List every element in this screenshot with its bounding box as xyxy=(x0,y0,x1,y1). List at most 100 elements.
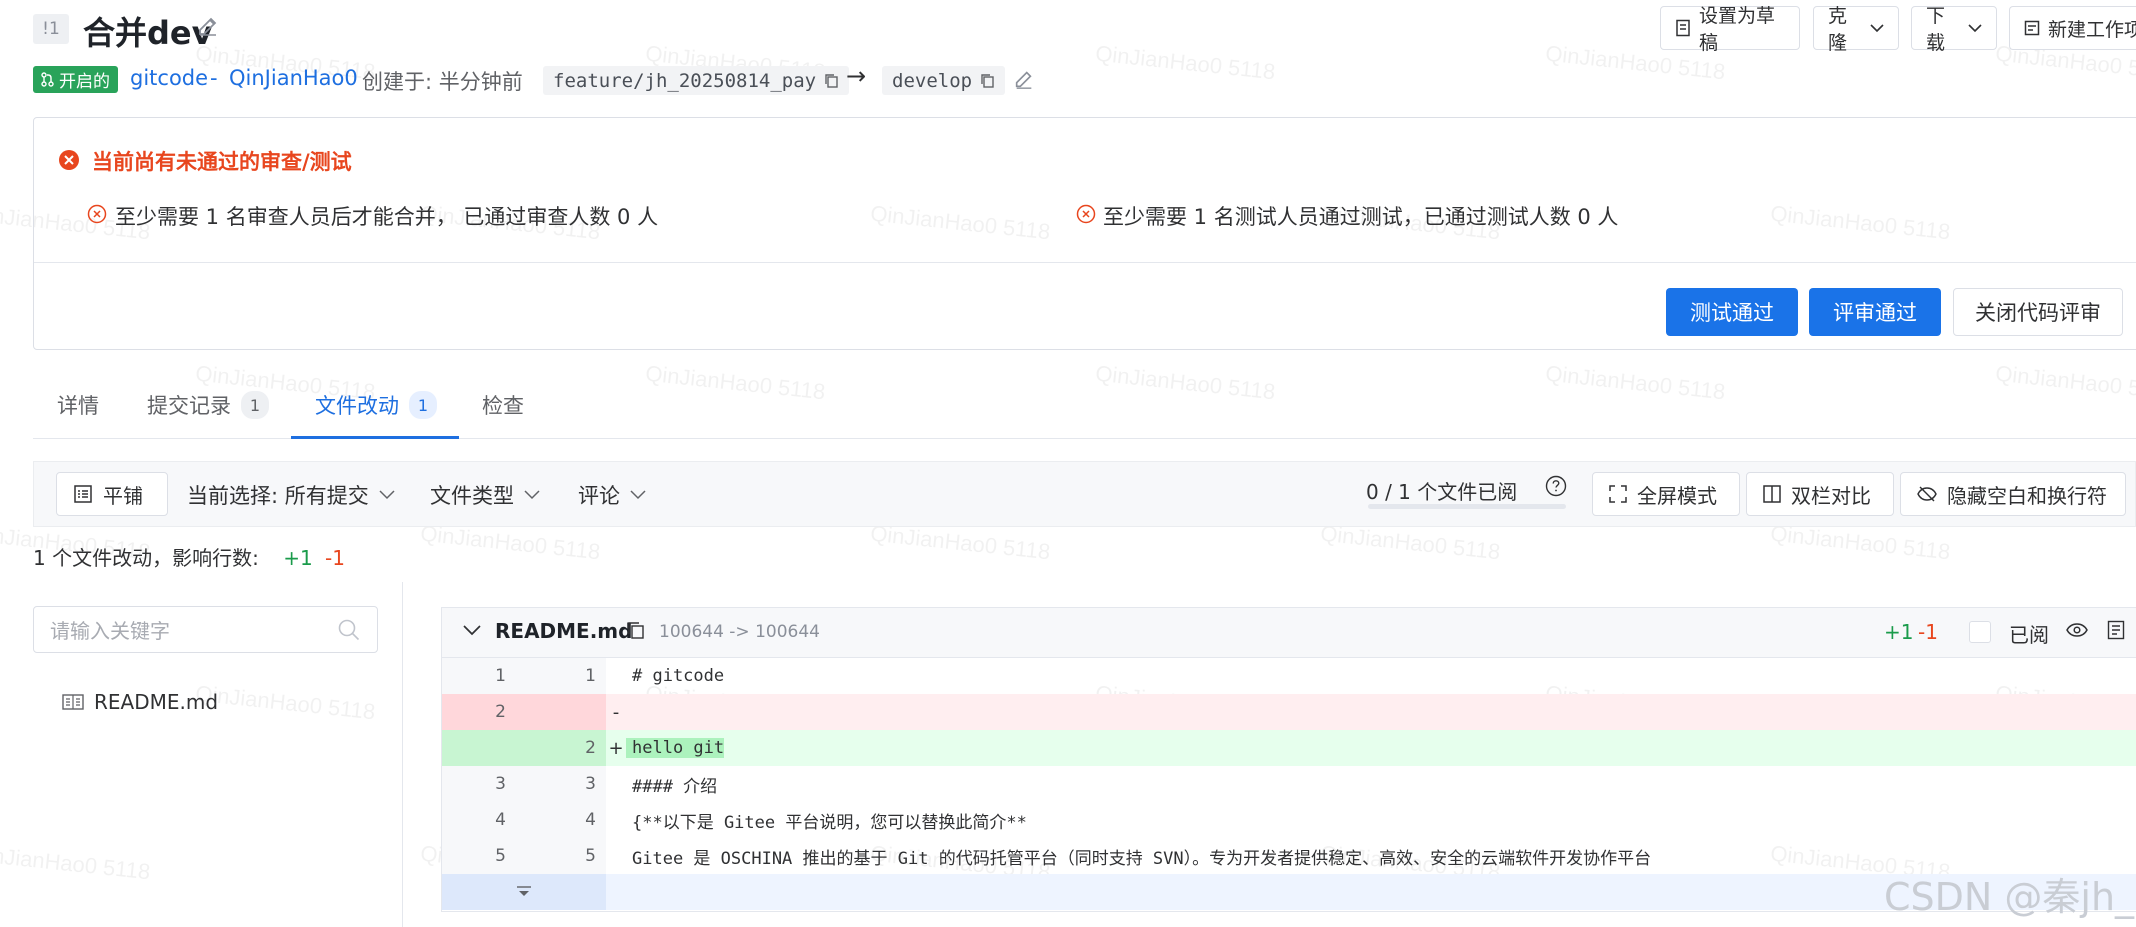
sidebar-file-item[interactable]: README.md xyxy=(62,690,218,714)
tab-label: 提交记录 xyxy=(147,394,231,418)
new-line-number: 5 xyxy=(585,846,596,866)
fullscreen-label: 全屏模式 xyxy=(1637,483,1717,508)
reviewer-requirement: 至少需要 1 名审查人员后才能合并， 已通过审查人数 0 人 xyxy=(115,205,659,229)
test-pass-button[interactable]: 测试通过 xyxy=(1666,288,1798,336)
hide-whitespace-label: 隐藏空白和换行符 xyxy=(1947,483,2107,508)
old-line-number: 4 xyxy=(495,810,506,830)
new-work-item-button[interactable]: 新建工作项 xyxy=(2009,6,2136,50)
chevron-down-icon xyxy=(379,490,395,500)
watermark-text: QinJianHao0 5118 xyxy=(1769,520,1952,565)
page-title: 合并dev xyxy=(83,14,213,52)
search-icon xyxy=(337,618,361,642)
file-change-count-badge: 1 xyxy=(409,391,437,419)
watermark-text: QinJianHao0 5118 xyxy=(1544,360,1727,405)
viewed-progress-text: 0 / 1 个文件已阅 xyxy=(1366,480,1518,504)
selection-label: 当前选择: 所有提交 xyxy=(187,484,369,508)
file-mode: 100644 -> 100644 xyxy=(659,622,820,642)
commit-selection-dropdown[interactable]: 当前选择: 所有提交 xyxy=(187,480,395,510)
edit-branch-icon[interactable] xyxy=(1013,68,1035,90)
file-search-input[interactable]: 请输入关键字 xyxy=(33,606,378,653)
clone-label: 克隆 xyxy=(1828,5,1848,54)
diff-sign: - xyxy=(612,701,620,723)
sidebar-divider xyxy=(402,582,403,927)
copy-icon[interactable] xyxy=(627,621,645,640)
panel-divider xyxy=(34,262,2136,263)
expand-down-icon[interactable] xyxy=(516,886,532,898)
line-number-gutter: 55 xyxy=(442,838,606,874)
diff-line[interactable]: 1 1 # gitcode xyxy=(442,658,2136,694)
draft-icon xyxy=(1675,19,1691,37)
code-text: #### 介绍 xyxy=(632,776,718,797)
merge-request-id: !1 xyxy=(33,14,69,44)
set-draft-label: 设置为草稿 xyxy=(1699,5,1776,54)
commit-count-badge: 1 xyxy=(241,391,269,419)
file-type-label: 文件类型 xyxy=(430,484,514,508)
tab-label: 详情 xyxy=(57,394,99,418)
summary-additions: +1 xyxy=(283,546,313,570)
diff-line[interactable]: 2- xyxy=(442,694,2136,730)
new-line-number: 2 xyxy=(585,738,596,758)
source-branch[interactable]: feature/jh_20250814_pay xyxy=(543,66,850,95)
diff-line[interactable]: 5 5 Gitee 是 OSCHINA 推出的基于 Git 的代码托管平台（同时支持… xyxy=(442,838,2136,874)
line-number-gutter: 44 xyxy=(442,802,606,838)
set-draft-button[interactable]: 设置为草稿 xyxy=(1660,5,1800,54)
hide-whitespace-button[interactable]: 隐藏空白和换行符 xyxy=(1900,472,2126,516)
diff-file-name: README.md xyxy=(495,619,633,643)
help-icon[interactable] xyxy=(1545,475,1567,497)
eye-off-icon xyxy=(1917,485,1937,503)
repo-link[interactable]: gitcode xyxy=(130,66,208,90)
active-tab-indicator xyxy=(291,436,459,439)
clone-button[interactable]: 克隆 xyxy=(1813,5,1899,54)
summary-deletions: -1 xyxy=(325,546,345,570)
expand-gutter xyxy=(442,874,606,910)
viewed-checkbox[interactable] xyxy=(1969,621,1991,643)
csdn-watermark: CSDN @秦jh_ xyxy=(1884,875,2135,919)
copy-icon[interactable] xyxy=(980,73,995,89)
circle-x-icon xyxy=(1076,204,1096,224)
layout-button[interactable]: 平铺 xyxy=(56,472,168,516)
review-warning-title: 当前尚有未通过的审查/测试 xyxy=(92,150,352,174)
line-number-gutter: 11 xyxy=(442,658,606,694)
tester-requirement: 至少需要 1 名测试人员通过测试，已通过测试人数 0 人 xyxy=(1103,205,1619,229)
target-branch[interactable]: develop xyxy=(882,66,1006,95)
viewed-progress-bar xyxy=(1368,504,1566,509)
diff-line[interactable]: 4 4 {**以下是 Gitee 平台说明，您可以替换此简介** xyxy=(442,802,2136,838)
split-view-label: 双栏对比 xyxy=(1791,483,1871,508)
edit-title-icon[interactable] xyxy=(196,14,220,38)
search-placeholder: 请输入关键字 xyxy=(50,619,170,643)
tab-commits[interactable]: 提交记录 1 xyxy=(147,390,269,420)
chevron-down-icon xyxy=(630,490,646,500)
diff-line[interactable]: 3 3 #### 介绍 xyxy=(442,766,2136,802)
tab-checks[interactable]: 检查 xyxy=(482,390,524,420)
status-badge: 开启的 xyxy=(33,66,118,93)
viewed-label: 已阅 xyxy=(2009,623,2049,647)
summary-text: 1 个文件改动，影响行数: xyxy=(33,546,259,570)
watermark-text: QinJianHao0 5118 xyxy=(1319,520,1502,565)
split-view-icon xyxy=(1763,485,1781,503)
close-review-button[interactable]: 关闭代码评审 xyxy=(1953,288,2123,336)
download-button[interactable]: 下载 xyxy=(1911,5,1997,54)
new-line-number: 1 xyxy=(585,666,596,686)
fullscreen-button[interactable]: 全屏模式 xyxy=(1592,472,1740,516)
review-pass-button[interactable]: 评审通过 xyxy=(1809,288,1941,336)
file-additions: +1 xyxy=(1884,620,1914,644)
file-view-icon[interactable] xyxy=(2107,620,2125,640)
watermark-text: QinJianHao0 5118 xyxy=(1094,40,1277,85)
comment-filter-dropdown[interactable]: 评论 xyxy=(578,480,646,510)
watermark-text: QinJianHao0 5118 xyxy=(419,520,602,565)
file-type-dropdown[interactable]: 文件类型 xyxy=(430,480,540,510)
split-view-button[interactable]: 双栏对比 xyxy=(1746,472,1894,516)
watermark-text: QinJianHao0 5118 xyxy=(0,840,152,885)
diff-sign: + xyxy=(608,737,624,759)
source-branch-label: feature/jh_20250814_pay xyxy=(553,69,817,92)
author-link[interactable]: QinJianHao0 xyxy=(229,66,358,90)
copy-icon[interactable] xyxy=(824,73,839,89)
eye-icon[interactable] xyxy=(2066,622,2088,638)
collapse-chevron-icon[interactable] xyxy=(463,624,481,636)
target-branch-label: develop xyxy=(892,69,973,92)
tab-label: 检查 xyxy=(482,394,524,418)
tab-file-changes[interactable]: 文件改动 1 xyxy=(315,390,437,420)
diff-line[interactable]: 2 + hello git xyxy=(442,730,2136,766)
expand-more-row[interactable] xyxy=(442,874,2136,910)
tab-details[interactable]: 详情 xyxy=(57,390,99,420)
